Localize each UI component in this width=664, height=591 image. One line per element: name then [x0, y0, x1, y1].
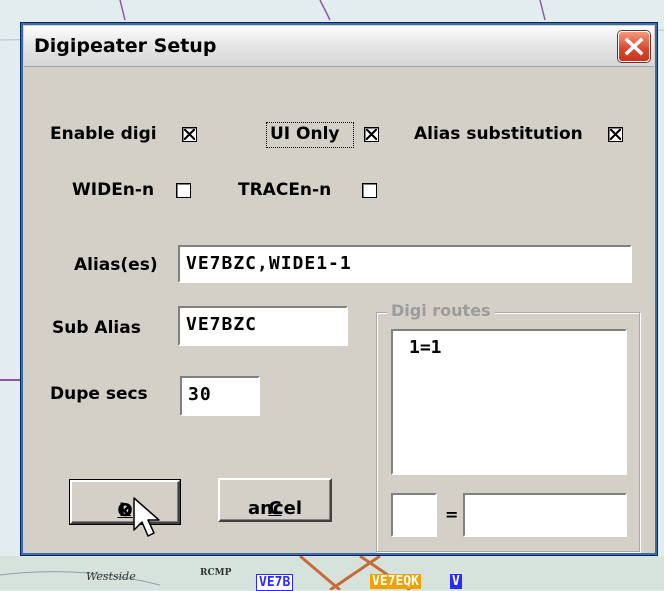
- sub-alias-input[interactable]: VE7BZC: [178, 306, 348, 346]
- dialog-title: Digipeater Setup: [34, 35, 217, 57]
- map-station-tag[interactable]: VE7B: [256, 574, 294, 591]
- digi-route-right-input[interactable]: [463, 493, 627, 537]
- digi-routes-title: Digi routes: [387, 301, 495, 320]
- cancel-label-rest: ancel: [247, 498, 302, 519]
- map-station-tag[interactable]: VE7EQK: [370, 574, 421, 589]
- alias-substitution-label[interactable]: Alias substitution: [414, 124, 583, 144]
- aliases-value: VE7BZC,WIDE1-1: [186, 253, 352, 274]
- digi-route-left-input[interactable]: [391, 493, 437, 537]
- enable-digi-checkbox[interactable]: [182, 127, 197, 142]
- dupe-secs-value: 30: [188, 384, 212, 405]
- list-item[interactable]: 1=1: [409, 337, 442, 358]
- sub-alias-label: Sub Alias: [52, 318, 141, 338]
- digipeater-setup-dialog: Digipeater Setup Enable digi UI Only Ali…: [20, 22, 658, 556]
- ui-only-checkbox[interactable]: [364, 127, 379, 142]
- ui-only-label[interactable]: UI Only: [270, 124, 340, 144]
- dupe-secs-input[interactable]: 30: [180, 376, 260, 416]
- dupe-secs-label: Dupe secs: [50, 384, 148, 404]
- digi-routes-list[interactable]: 1=1: [391, 329, 627, 475]
- widen-n-label[interactable]: WIDEn-n: [72, 180, 154, 200]
- dialog-titlebar[interactable]: Digipeater Setup: [24, 26, 654, 67]
- cancel-button[interactable]: Cancel: [218, 478, 332, 522]
- close-button[interactable]: [618, 31, 650, 62]
- equals-label: =: [445, 505, 459, 524]
- digi-routes-group: Digi routes 1=1 =: [376, 301, 640, 552]
- map-label-westside: Westside: [86, 570, 136, 583]
- dialog-body: Enable digi UI Only Alias substitution W…: [24, 68, 654, 552]
- enable-digi-label[interactable]: Enable digi: [50, 124, 157, 144]
- sub-alias-value: VE7BZC: [186, 314, 258, 335]
- widen-n-checkbox[interactable]: [176, 183, 191, 198]
- close-icon: [624, 37, 644, 56]
- map-station-tag[interactable]: V: [450, 574, 462, 589]
- tracen-n-label[interactable]: TRACEn-n: [238, 180, 331, 200]
- ok-label-rest: k: [119, 500, 131, 521]
- aliases-label: Alias(es): [74, 255, 158, 275]
- alias-substitution-checkbox[interactable]: [608, 127, 623, 142]
- map-label-rcmp: RCMP: [200, 568, 232, 578]
- aliases-input[interactable]: VE7BZC,WIDE1-1: [178, 245, 632, 283]
- ok-button[interactable]: Ok: [69, 479, 181, 525]
- mouse-pointer-icon: [133, 497, 160, 537]
- tracen-n-checkbox[interactable]: [362, 183, 377, 198]
